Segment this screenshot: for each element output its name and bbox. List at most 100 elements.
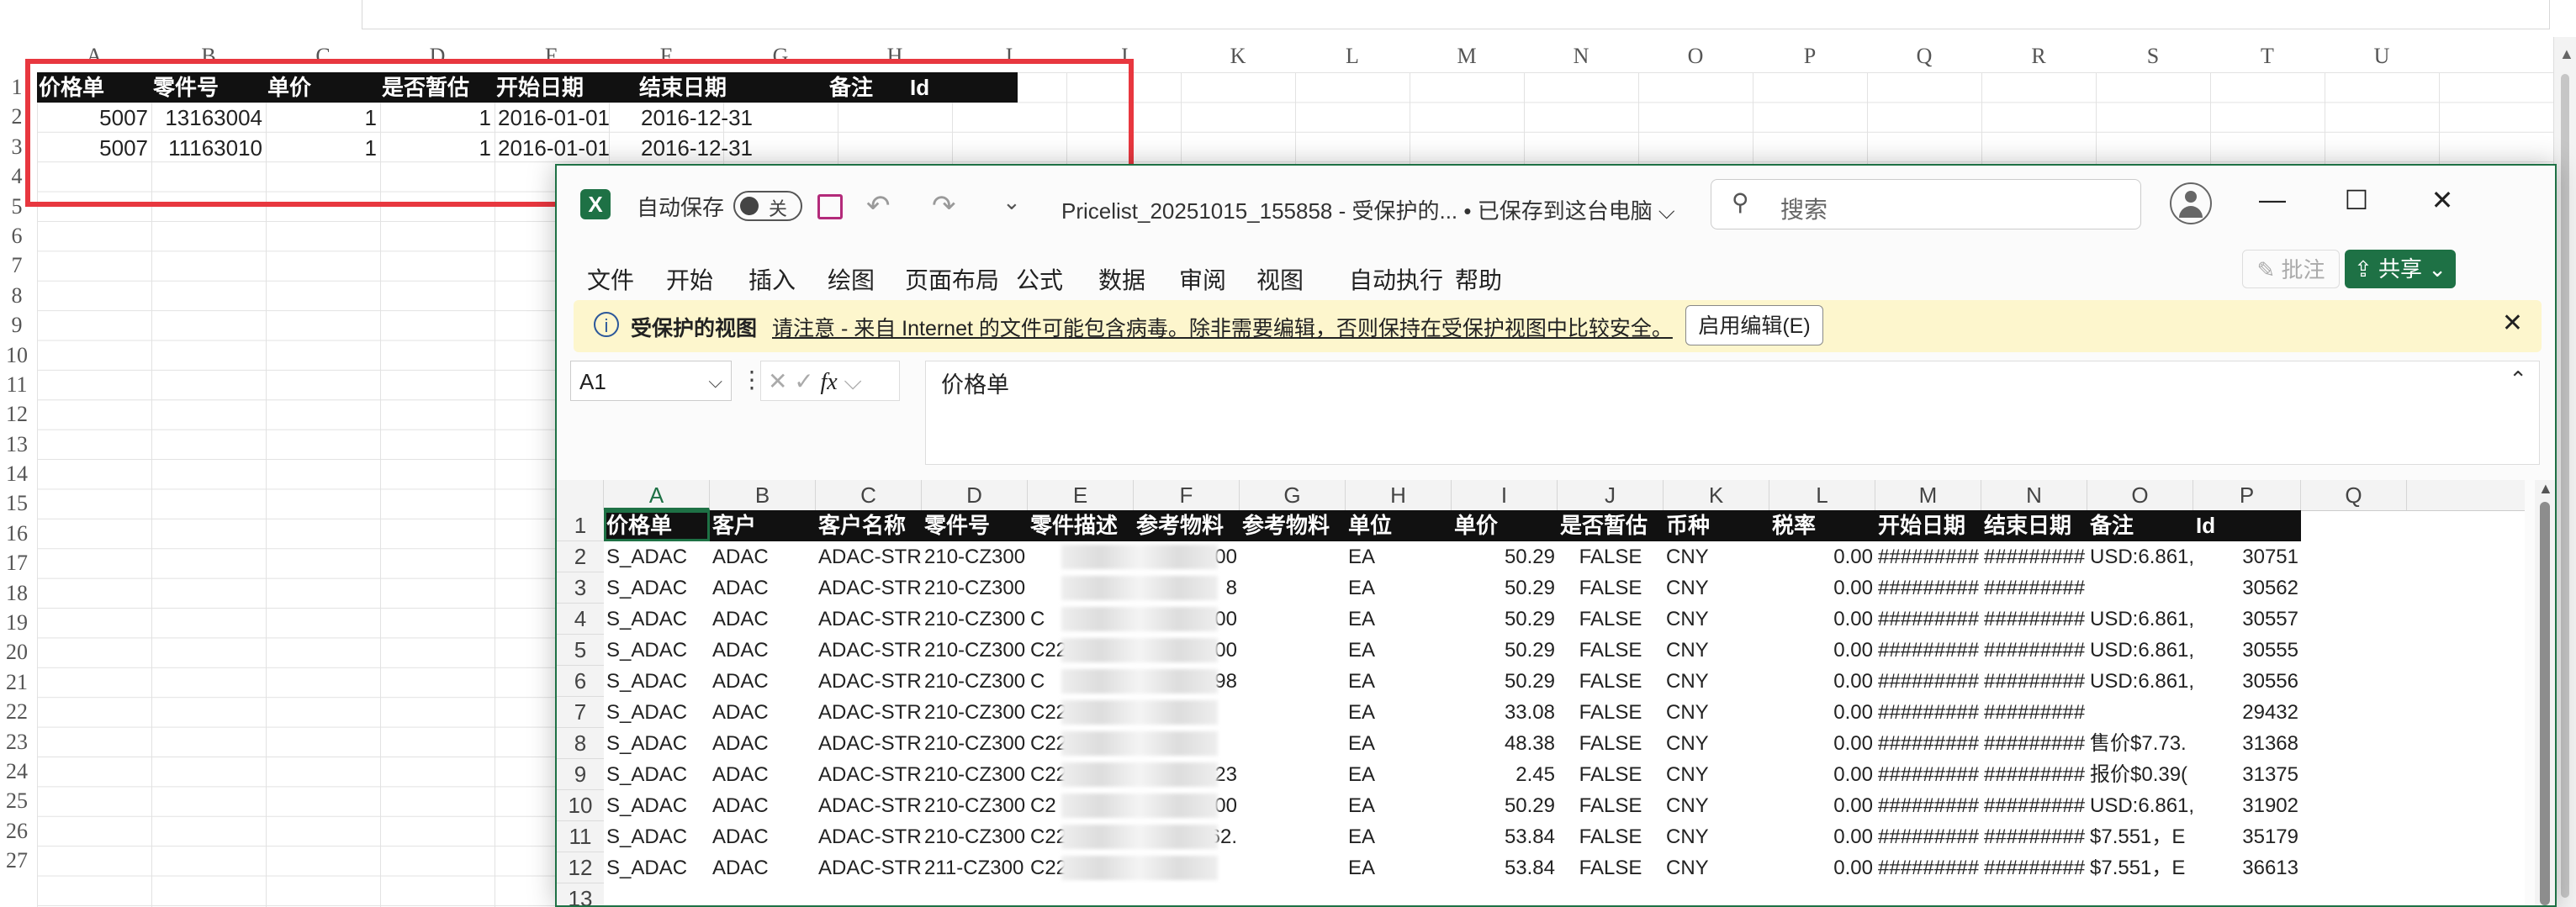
header-cell[interactable]: 客户 xyxy=(710,510,816,541)
cell-note[interactable]: USD:6.861, xyxy=(2087,666,2193,697)
enable-editing-button[interactable]: 启用编辑(E) xyxy=(1685,305,1823,345)
bg-col-header-N[interactable]: N xyxy=(1524,42,1638,71)
cell-tax[interactable]: 0.00 xyxy=(1769,790,1875,821)
cell-unit[interactable]: EA xyxy=(1346,821,1452,852)
header-cell[interactable]: 是否暂估 xyxy=(1558,510,1664,541)
col-header-C[interactable]: C xyxy=(816,480,922,510)
bg-row-header[interactable]: 8 xyxy=(0,281,34,310)
bg-col-header-O[interactable]: O xyxy=(1638,42,1753,71)
col-header-I[interactable]: I xyxy=(1452,480,1558,510)
header-cell[interactable]: 单位 xyxy=(1346,510,1452,541)
cell-id[interactable]: 31375 xyxy=(2193,759,2301,790)
menu-0[interactable]: 文件 xyxy=(587,262,634,296)
bg-row-header[interactable]: 23 xyxy=(0,727,34,757)
scroll-up-icon[interactable]: ▲ xyxy=(2538,480,2553,498)
name-box[interactable]: A1 ⌵ xyxy=(570,361,732,401)
cell-id[interactable]: 29432 xyxy=(2193,697,2301,728)
cell-start[interactable]: ######### xyxy=(1875,821,1981,852)
header-cell[interactable]: 备注 xyxy=(2087,510,2193,541)
cell-customer-name[interactable]: ADAC-STRA xyxy=(816,759,922,790)
cell-customer[interactable]: ADAC xyxy=(710,635,816,666)
bg-col-header-S[interactable]: S xyxy=(2096,42,2210,71)
cell-unit[interactable]: EA xyxy=(1346,759,1452,790)
chevron-down-icon[interactable]: ⌵ xyxy=(708,361,722,402)
header-cell[interactable]: 零件描述 xyxy=(1028,510,1134,541)
cell-customer-name[interactable]: ADAC-STRA xyxy=(816,572,922,604)
close-message-icon[interactable]: ✕ xyxy=(2502,308,2523,338)
cell-currency[interactable]: CNY xyxy=(1664,604,1769,635)
cell-price-list[interactable]: S_ADAC xyxy=(604,572,710,604)
cell-price-list[interactable]: S_ADAC xyxy=(604,666,710,697)
cell-tax[interactable]: 0.00 xyxy=(1769,541,1875,572)
cell-price-list[interactable]: S_ADAC xyxy=(604,821,710,852)
maximize-button[interactable]: ☐ xyxy=(2340,184,2373,216)
row-header[interactable]: 3 xyxy=(557,572,604,604)
cell-price[interactable]: 50.29 xyxy=(1452,604,1558,635)
cell-end[interactable]: ######### xyxy=(1981,666,2087,697)
row-header[interactable]: 4 xyxy=(557,604,604,635)
cell-provisional[interactable]: FALSE xyxy=(1558,821,1664,852)
row-header[interactable]: 11 xyxy=(557,821,604,852)
cell-note[interactable]: USD:6.861, xyxy=(2087,541,2193,572)
cell-customer[interactable]: ADAC xyxy=(710,666,816,697)
cell-price[interactable]: 33.08 xyxy=(1452,697,1558,728)
bg-row-header[interactable]: 21 xyxy=(0,667,34,697)
cell-tax[interactable]: 0.00 xyxy=(1769,821,1875,852)
cell-price-list[interactable]: S_ADAC xyxy=(604,852,710,883)
cell-price-list[interactable]: S_ADAC xyxy=(604,635,710,666)
cell-tax[interactable]: 0.00 xyxy=(1769,572,1875,604)
cell-note[interactable]: USD:6.861, xyxy=(2087,790,2193,821)
cell-start[interactable]: ######### xyxy=(1875,790,1981,821)
bg-col-header-M[interactable]: M xyxy=(1410,42,1524,71)
cell-price[interactable]: 2.45 xyxy=(1452,759,1558,790)
cell-tax[interactable]: 0.00 xyxy=(1769,852,1875,883)
cell-customer[interactable]: ADAC xyxy=(710,821,816,852)
cell-price[interactable]: 48.38 xyxy=(1452,728,1558,759)
cell-note[interactable]: USD:6.861, xyxy=(2087,635,2193,666)
cell-id[interactable]: 31902 xyxy=(2193,790,2301,821)
bg-row-header[interactable]: 19 xyxy=(0,608,34,637)
select-all-corner[interactable] xyxy=(557,480,604,510)
col-header-B[interactable]: B xyxy=(710,480,816,510)
cell-unit[interactable]: EA xyxy=(1346,697,1452,728)
header-cell[interactable]: 结束日期 xyxy=(1981,510,2087,541)
col-header-D[interactable]: D xyxy=(922,480,1028,510)
cell-ref2[interactable] xyxy=(1240,728,1346,759)
cell-id[interactable]: 30751 xyxy=(2193,541,2301,572)
cell-tax[interactable]: 0.00 xyxy=(1769,728,1875,759)
col-header-N[interactable]: N xyxy=(1981,480,2087,510)
user-avatar[interactable] xyxy=(2170,182,2212,224)
cell-unit[interactable]: EA xyxy=(1346,572,1452,604)
bg-row-header[interactable]: 11 xyxy=(0,370,34,399)
redo-icon[interactable]: ↷ xyxy=(932,189,956,223)
undo-icon[interactable]: ↶ xyxy=(866,189,891,223)
comments-button[interactable]: ✎ 批注 xyxy=(2242,250,2340,288)
cell-end[interactable]: ######### xyxy=(1981,728,2087,759)
protected-view-message[interactable]: 请注意 - 来自 Internet 的文件可能包含病毒。除非需要编辑，否则保持在… xyxy=(772,312,1673,342)
cell-note[interactable]: 售价$7.73. xyxy=(2087,728,2193,759)
cell-customer[interactable]: ADAC xyxy=(710,852,816,883)
cell-unit[interactable]: EA xyxy=(1346,635,1452,666)
scrollbar-thumb[interactable] xyxy=(2540,502,2550,905)
save-icon[interactable] xyxy=(817,194,843,219)
cell-price-list[interactable]: S_ADAC xyxy=(604,790,710,821)
col-header-M[interactable]: M xyxy=(1875,480,1981,510)
col-header-P[interactable]: P xyxy=(2193,480,2301,510)
cell-customer[interactable]: ADAC xyxy=(710,572,816,604)
row-header[interactable]: 5 xyxy=(557,635,604,666)
cell-customer-name[interactable]: ADAC-STRA xyxy=(816,790,922,821)
cell-tax[interactable]: 0.00 xyxy=(1769,635,1875,666)
header-cell[interactable]: 单价 xyxy=(1452,510,1558,541)
col-header-F[interactable]: F xyxy=(1134,480,1240,510)
bg-row-header[interactable]: 13 xyxy=(0,430,34,459)
cell-part-no[interactable]: 210-CZ300 xyxy=(922,759,1028,790)
cell-ref2[interactable] xyxy=(1240,604,1346,635)
cell-currency[interactable]: CNY xyxy=(1664,821,1769,852)
cell-note[interactable]: $7.551，E xyxy=(2087,821,2193,852)
cell-unit[interactable]: EA xyxy=(1346,852,1452,883)
cell-ref2[interactable] xyxy=(1240,790,1346,821)
cell-id[interactable]: 30562 xyxy=(2193,572,2301,604)
cell-start[interactable]: ######### xyxy=(1875,604,1981,635)
cell-unit[interactable]: EA xyxy=(1346,541,1452,572)
cell-customer-name[interactable]: ADAC-STRA xyxy=(816,635,922,666)
